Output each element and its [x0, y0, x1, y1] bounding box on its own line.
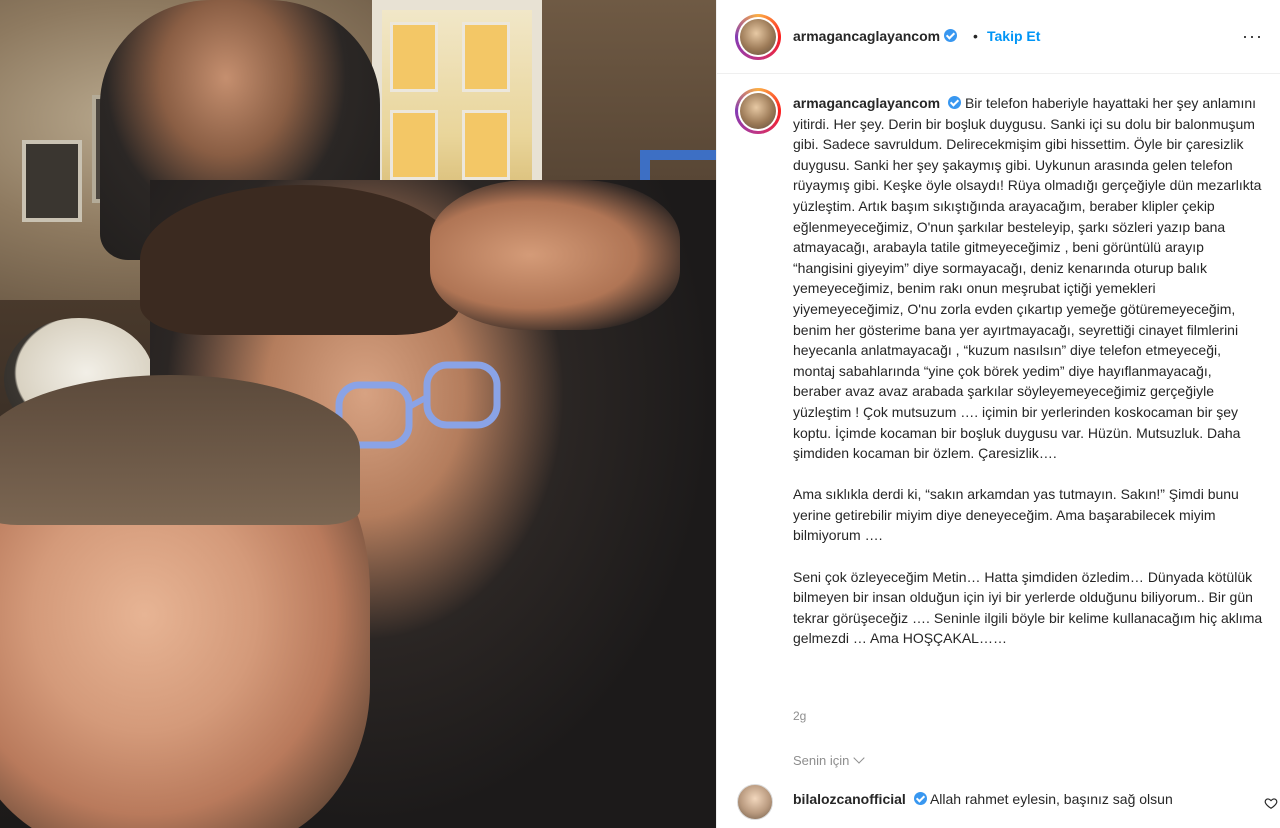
follow-button[interactable]: Takip Et [987, 28, 1040, 44]
commenter-avatar[interactable] [737, 784, 773, 820]
commenter-username[interactable]: bilalozcanofficial [793, 791, 906, 807]
caption-text: Bir telefon haberiyle hayattaki her şey … [793, 95, 1262, 462]
blue-glasses [335, 361, 501, 449]
separator-dot: • [973, 28, 978, 44]
caption-paragraph: Seni çok özleyeceğim Metin… Hatta şimdid… [793, 568, 1263, 647]
verified-badge-icon [944, 29, 958, 42]
post-photo [0, 0, 716, 828]
post-caption: armagancaglayancom Bir telefon haberiyle… [793, 93, 1263, 649]
caption-username[interactable]: armagancaglayancom [793, 95, 940, 111]
caption-paragraph: armagancaglayancom Bir telefon haberiyle… [793, 93, 1263, 464]
post-side-panel: armagancaglayancom • Takip Et ··· armaga… [716, 0, 1280, 828]
for-you-dropdown[interactable]: Senin için [793, 752, 866, 768]
comment-row: bilalozcanofficial Allah rahmet eylesin,… [793, 791, 1173, 807]
verified-badge-icon [913, 792, 927, 805]
chevron-down-icon [853, 752, 866, 764]
more-options-icon[interactable]: ··· [1242, 26, 1263, 47]
verified-badge-icon [948, 96, 962, 109]
for-you-label: Senin için [793, 753, 850, 768]
author-username[interactable]: armagancaglayancom [793, 28, 940, 44]
heart-icon[interactable] [1264, 796, 1278, 810]
caption-author-avatar[interactable] [735, 88, 781, 134]
caption-paragraph: Ama sıklıkla derdi ki, “sakın arkamdan y… [793, 486, 1239, 544]
author-username-link[interactable]: armagancaglayancom [793, 28, 958, 46]
wall-picture-frame-small [22, 140, 82, 222]
post-header: armagancaglayancom • Takip Et ··· [717, 0, 1280, 74]
comment-text: Allah rahmet eylesin, başınız sağ olsun [929, 791, 1173, 807]
person-right-hair [140, 185, 460, 335]
post-timestamp[interactable]: 2g [793, 709, 806, 723]
author-avatar[interactable] [735, 14, 781, 60]
person-left-hair [0, 375, 360, 525]
raised-arm [430, 180, 680, 330]
